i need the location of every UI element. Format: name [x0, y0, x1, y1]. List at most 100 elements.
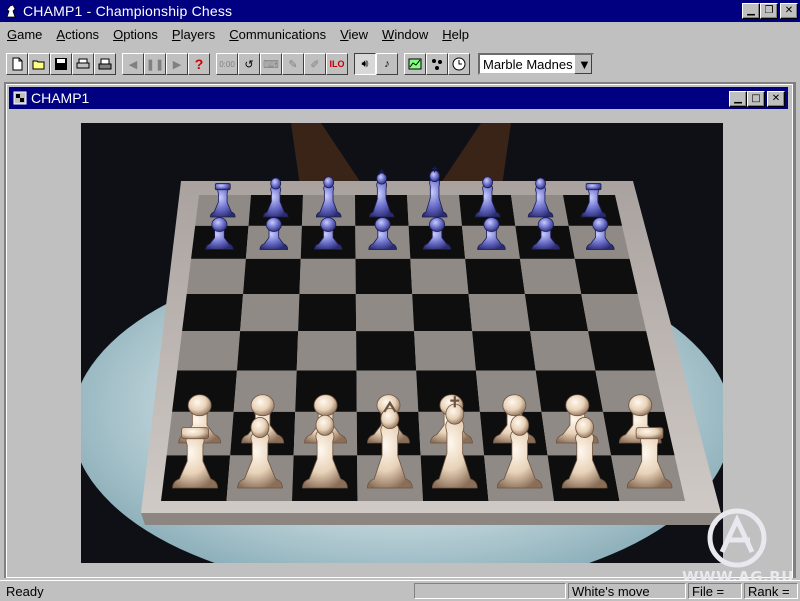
- square-f5[interactable]: [468, 293, 531, 332]
- computer-button[interactable]: ⌨: [260, 53, 282, 75]
- square-c4[interactable]: [296, 331, 357, 371]
- sound-toggle-button[interactable]: 🔊︎: [354, 53, 376, 75]
- game-window-title: CHAMP1: [31, 90, 90, 106]
- square-g6[interactable]: [519, 258, 582, 294]
- clock-counter-button[interactable]: 0:00: [216, 53, 238, 75]
- menu-options[interactable]: Options: [106, 27, 165, 42]
- square-b6[interactable]: [243, 258, 301, 294]
- edit-button[interactable]: ✐: [304, 53, 326, 75]
- menu-game[interactable]: Game: [0, 27, 49, 42]
- app-title: CHAMP1 - Championship Chess: [23, 3, 233, 19]
- game-window-title-bar[interactable]: CHAMP1 ▁ □ ✕: [9, 87, 788, 109]
- square-c6[interactable]: [299, 258, 356, 294]
- forward-arrow-icon: ▶: [172, 58, 182, 71]
- pencil-button[interactable]: ✎: [282, 53, 304, 75]
- menu-help[interactable]: Help: [435, 27, 476, 42]
- hint-button[interactable]: ?: [188, 53, 210, 75]
- back-arrow-icon: ◀: [128, 58, 138, 71]
- mdi-client-area: CHAMP1 ▁ □ ✕: [4, 82, 796, 578]
- square-d6[interactable]: [355, 258, 413, 294]
- menu-view[interactable]: View: [333, 27, 375, 42]
- save-disk-icon: [55, 58, 67, 70]
- forward-button[interactable]: ▶: [166, 53, 188, 75]
- game-maximize-button[interactable]: □: [747, 91, 765, 107]
- game-document-icon[interactable]: [13, 91, 27, 105]
- pencil-icon: ✎: [288, 58, 298, 71]
- square-b4[interactable]: [236, 331, 299, 371]
- undo-icon: ↺: [244, 58, 254, 71]
- new-game-button[interactable]: [6, 53, 28, 75]
- dropdown-arrow-button[interactable]: ▼: [574, 55, 592, 74]
- game-minimize-button[interactable]: ▁: [729, 91, 747, 107]
- restore-button[interactable]: ❐: [760, 3, 778, 19]
- printer-icon: [76, 58, 90, 69]
- board-viewport: [81, 123, 723, 563]
- speaker-icon: 🔊︎: [361, 57, 369, 70]
- status-turn: White's move: [568, 583, 686, 599]
- clock-button[interactable]: [448, 53, 470, 75]
- square-a5[interactable]: [182, 293, 244, 332]
- menu-actions[interactable]: Actions: [49, 27, 106, 42]
- status-bar: Ready White's move File = Rank =: [0, 580, 800, 601]
- square-b5[interactable]: [240, 293, 300, 332]
- minimize-icon: ▁: [747, 5, 755, 16]
- back-button[interactable]: ◀: [122, 53, 144, 75]
- tree-icon: [432, 59, 442, 70]
- quill-icon: ✐: [310, 58, 320, 71]
- restore-icon: ❐: [764, 5, 774, 16]
- maximize-icon: □: [751, 93, 761, 104]
- toolbar: ◀ ❚❚ ▶ ? 0:00 ↺ ⌨ ✎ ✐ ILO 🔊︎ ♪ Marble Ma…: [0, 48, 800, 80]
- tree-button[interactable]: [426, 53, 448, 75]
- square-e4[interactable]: [414, 331, 476, 371]
- menu-window[interactable]: Window: [375, 27, 435, 42]
- square-g5[interactable]: [524, 293, 589, 332]
- graph-button[interactable]: [404, 53, 426, 75]
- chess-knight-app-icon[interactable]: [3, 3, 19, 19]
- ilo-rating-button[interactable]: ILO: [326, 53, 348, 75]
- graph-icon: [408, 58, 422, 70]
- pause-button[interactable]: ❚❚: [144, 53, 166, 75]
- undo-button[interactable]: ↺: [238, 53, 260, 75]
- game-close-button[interactable]: ✕: [767, 91, 785, 107]
- clock-icon: [452, 57, 466, 71]
- app-title-bar[interactable]: CHAMP1 - Championship Chess ▁ ❐ ✕: [0, 0, 800, 22]
- close-icon: ✕: [771, 93, 781, 104]
- square-h6[interactable]: [574, 258, 638, 294]
- board-style-select[interactable]: Marble Madnes ▼: [478, 53, 594, 75]
- printer-setup-icon: [98, 58, 112, 70]
- print-setup-button[interactable]: [94, 53, 116, 75]
- square-e5[interactable]: [412, 293, 473, 332]
- computer-icon: ⌨: [263, 58, 279, 71]
- square-f6[interactable]: [465, 258, 525, 294]
- question-icon: ?: [194, 56, 204, 72]
- open-game-button[interactable]: [28, 53, 50, 75]
- square-a6[interactable]: [186, 258, 246, 294]
- save-game-button[interactable]: [50, 53, 72, 75]
- status-ready: Ready: [6, 584, 44, 599]
- ag-logo-watermark: [707, 508, 767, 568]
- square-c5[interactable]: [298, 293, 357, 332]
- square-f4[interactable]: [472, 331, 536, 371]
- status-rank: Rank =: [744, 583, 798, 599]
- square-a4[interactable]: [177, 331, 241, 371]
- new-document-icon: [12, 57, 23, 71]
- square-g4[interactable]: [530, 331, 596, 371]
- square-e6[interactable]: [410, 258, 469, 294]
- square-h4[interactable]: [588, 331, 656, 371]
- print-button[interactable]: [72, 53, 94, 75]
- minimize-button[interactable]: ▁: [742, 3, 760, 19]
- square-d4[interactable]: [356, 331, 417, 371]
- music-toggle-button[interactable]: ♪: [376, 53, 398, 75]
- chess-scene: [81, 123, 723, 563]
- menu-communications[interactable]: Communications: [222, 27, 333, 42]
- square-h5[interactable]: [581, 293, 647, 332]
- pause-icon: ❚❚: [145, 58, 165, 71]
- counter-label: 0:00: [219, 59, 235, 69]
- close-button[interactable]: ✕: [780, 3, 798, 19]
- square-d5[interactable]: [355, 293, 415, 332]
- status-file: File =: [688, 583, 742, 599]
- chevron-down-icon: ▼: [578, 56, 591, 72]
- music-note-icon: ♪: [384, 58, 390, 70]
- close-icon: ✕: [784, 5, 794, 16]
- menu-players[interactable]: Players: [165, 27, 222, 42]
